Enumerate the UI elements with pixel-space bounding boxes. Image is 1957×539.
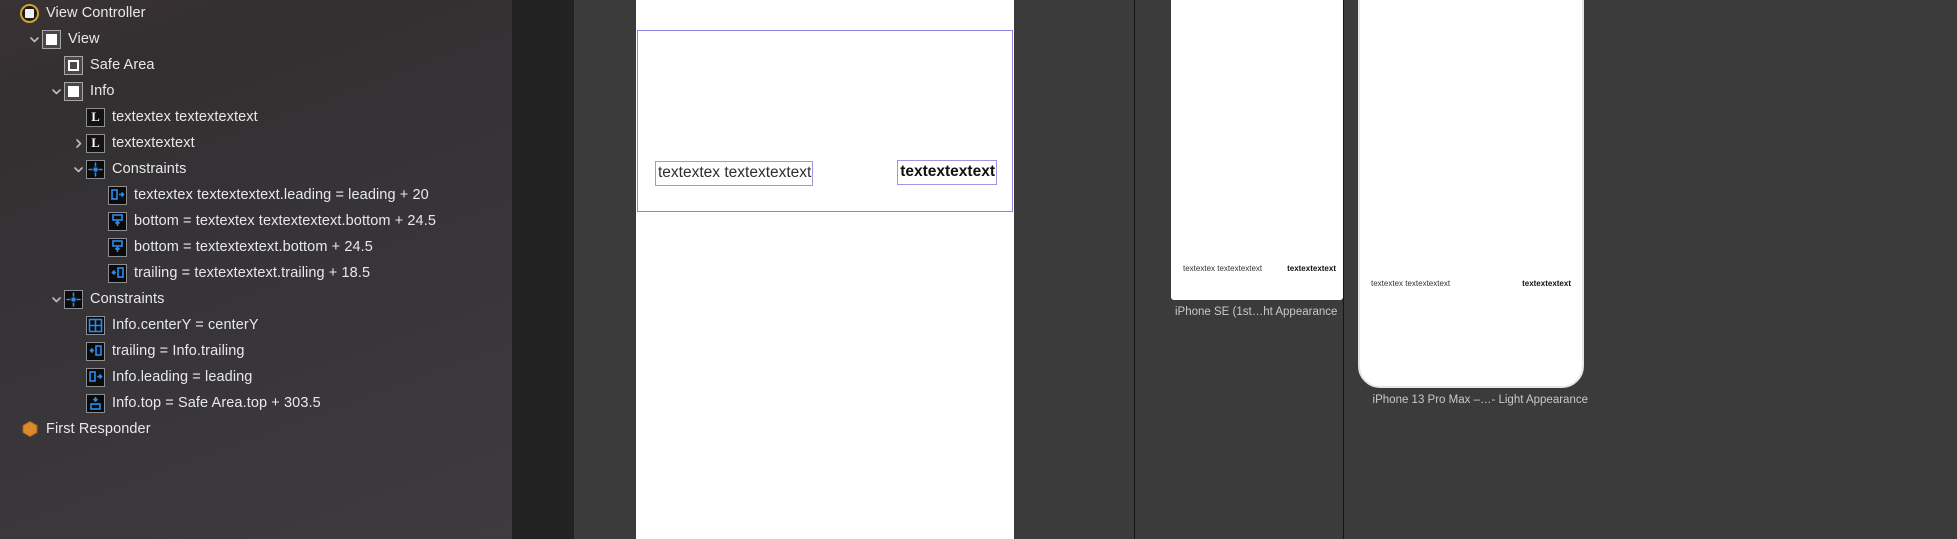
outline-row-label-2[interactable]: Ltextextextext	[0, 130, 512, 156]
preview-iphone-se[interactable]: textextex textextextext textextextext iP…	[1171, 0, 1343, 318]
disclosure-triangle-icon[interactable]	[70, 156, 86, 182]
outline-row-label: trailing = Info.trailing	[112, 343, 245, 359]
document-outline[interactable]: View Controller View Safe Area Info Ltextext…	[0, 0, 512, 539]
preview-pane[interactable]: textextex textextextext textextextext iP…	[1134, 0, 1957, 539]
preview-13-label-left: textextex textextextext	[1371, 279, 1451, 288]
outline-row-label: bottom = textextextext.bottom + 24.5	[134, 239, 373, 255]
constraint-bottom-icon	[108, 237, 127, 257]
outline-row-label: View Controller	[46, 5, 146, 21]
view-icon	[64, 81, 83, 101]
disclosure-triangle-icon[interactable]	[70, 130, 86, 156]
preview-pane-divider	[1134, 0, 1135, 539]
disclosure-triangle-icon[interactable]	[26, 26, 42, 52]
constraint-trailing-icon	[86, 341, 105, 361]
outline-row-label: Constraints	[90, 291, 165, 307]
view-icon	[42, 29, 61, 49]
outline-row-first-responder[interactable]: First Responder	[0, 416, 512, 442]
outline-row-label: Constraints	[112, 161, 187, 177]
preview-13-screen[interactable]: textextex textextextext textextextext	[1358, 0, 1584, 388]
interface-builder-canvas[interactable]: textextex textextextext textextextext	[636, 0, 1134, 539]
outline-row-constraint-info-leading[interactable]: Info.leading = leading	[0, 364, 512, 390]
preview-13-caption: iPhone 13 Pro Max –…- Light Appearance	[1372, 394, 1588, 406]
disclosure-triangle-icon[interactable]	[48, 78, 64, 104]
constraint-center-icon	[86, 315, 105, 335]
canvas-left-gutter	[512, 0, 574, 539]
outline-row-constraint-info-trailing[interactable]: trailing = Info.trailing	[0, 338, 512, 364]
outline-row-safe-area[interactable]: Safe Area	[0, 52, 512, 78]
outline-row-constraint-leading[interactable]: textextex textextextext.leading = leadin…	[0, 182, 512, 208]
preview-se-caption: iPhone SE (1st…ht Appearance	[1175, 306, 1338, 318]
preview-iphone-13-pro-max[interactable]: textextex textextextext textextextext iP…	[1358, 0, 1588, 406]
view-controller-icon	[20, 3, 39, 23]
preview-iphone-se-screen[interactable]: textextex textextextext textextextext	[1171, 0, 1343, 300]
outline-row-label: Info.centerY = centerY	[112, 317, 259, 333]
outline-row-label: First Responder	[46, 421, 151, 437]
preview-se-label-left: textextex textextextext	[1183, 264, 1263, 273]
canvas-device-view[interactable]: textextex textextextext textextextext	[636, 0, 1014, 539]
constraint-trailing-icon	[108, 263, 127, 283]
constraints-icon	[86, 159, 105, 179]
constraint-bottom-icon	[108, 211, 127, 231]
outline-row-label: Info.leading = leading	[112, 369, 253, 385]
outline-row-label: textextex textextextext	[112, 109, 258, 125]
constraint-top-icon	[86, 393, 105, 413]
canvas-info-container[interactable]: textextex textextextext textextextext	[637, 30, 1013, 212]
outline-row-label: Info.top = Safe Area.top + 303.5	[112, 395, 321, 411]
outline-row-constraint-bottom-1[interactable]: bottom = textextex textextextext.bottom …	[0, 208, 512, 234]
constraint-leading-icon	[108, 185, 127, 205]
outline-row-constraint-info-top[interactable]: Info.top = Safe Area.top + 303.5	[0, 390, 512, 416]
outline-row-label: Info	[90, 83, 115, 99]
preview-se-label-right: textextextext	[1287, 264, 1336, 273]
outline-row-label: Safe Area	[90, 57, 155, 73]
first-responder-icon	[20, 420, 39, 439]
outline-row-label: textextextext	[112, 135, 195, 151]
constraint-leading-icon	[86, 367, 105, 387]
outline-row-constraints-info[interactable]: Constraints	[0, 156, 512, 182]
outline-row-label: trailing = textextextext.trailing + 18.5	[134, 265, 371, 281]
outline-row-constraint-centery[interactable]: Info.centerY = centerY	[0, 312, 512, 338]
outline-row-label: bottom = textextex textextextext.bottom …	[134, 213, 437, 229]
outline-row-label: View	[68, 31, 100, 47]
constraints-icon	[64, 289, 83, 309]
disclosure-triangle-icon[interactable]	[48, 286, 64, 312]
canvas-label-left[interactable]: textextex textextextext	[655, 161, 814, 186]
outline-row-constraint-bottom-2[interactable]: bottom = textextextext.bottom + 24.5	[0, 234, 512, 260]
preview-divider-2	[1343, 0, 1344, 539]
outline-row-constraint-trailing[interactable]: trailing = textextextext.trailing + 18.5	[0, 260, 512, 286]
outline-row-label-1[interactable]: Ltextextex textextextext	[0, 104, 512, 130]
outline-row-constraints-view[interactable]: Constraints	[0, 286, 512, 312]
outline-row-label: textextex textextextext.leading = leadin…	[134, 187, 429, 203]
label-icon: L	[86, 133, 105, 153]
outline-row-view[interactable]: View	[0, 26, 512, 52]
label-icon: L	[86, 107, 105, 127]
canvas-left-margin	[574, 0, 636, 539]
outline-row-info[interactable]: Info	[0, 78, 512, 104]
safe-area-icon	[64, 55, 83, 75]
outline-row-view-controller[interactable]: View Controller	[0, 0, 512, 26]
canvas-label-right[interactable]: textextextext	[897, 160, 997, 185]
preview-13-label-right: textextextext	[1522, 279, 1571, 288]
